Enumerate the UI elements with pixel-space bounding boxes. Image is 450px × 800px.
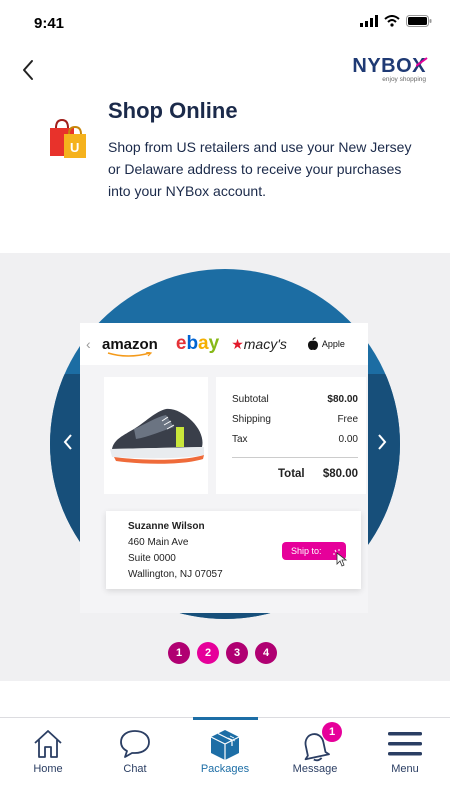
carousel-slide: ‹ amazon ebay ★macy's Apple Subtotal $80…	[80, 323, 368, 613]
tab-label: Menu	[391, 763, 419, 775]
tab-packages[interactable]: Packages	[180, 718, 270, 800]
home-icon	[34, 730, 62, 758]
status-icons	[360, 15, 432, 27]
carousel-pager: 1 2 3 4	[168, 642, 277, 664]
tab-label: Home	[33, 763, 63, 775]
tab-label: Message	[292, 763, 338, 775]
summary-tax-row: Tax 0.00	[232, 434, 358, 445]
package-icon	[210, 730, 240, 760]
bottom-tab-bar: Home Chat Packages 1 Message Menu	[0, 717, 450, 800]
message-badge: 1	[322, 722, 342, 742]
active-tab-indicator	[193, 717, 258, 720]
carousel-prev-button[interactable]	[58, 430, 78, 454]
chevron-left-icon	[23, 60, 33, 80]
pager-dot-2[interactable]: 2	[197, 642, 219, 664]
status-bar: 9:41	[0, 0, 450, 44]
chevron-left-icon	[63, 434, 72, 450]
tab-label: Packages	[200, 763, 250, 775]
chat-icon	[120, 730, 150, 758]
address-name: Suzanne Wilson	[128, 521, 205, 532]
address-line-2: Suite 0000	[128, 553, 176, 564]
order-summary: Subtotal $80.00 Shipping Free Tax 0.00 T…	[216, 377, 366, 494]
address-lines: Suzanne Wilson 460 Main Ave Suite 0000 W…	[128, 519, 223, 583]
star-icon: ★	[231, 335, 244, 352]
summary-divider	[232, 457, 358, 458]
status-time: 9:41	[34, 15, 65, 32]
retailer-ebay: ebay	[175, 333, 220, 354]
carousel-next-button[interactable]	[372, 430, 392, 454]
menu-icon	[388, 732, 422, 756]
sneaker-icon	[110, 408, 204, 464]
retailer-amazon: amazon	[102, 336, 158, 357]
summary-subtotal-row: Subtotal $80.00	[232, 394, 358, 405]
battery-icon	[406, 15, 432, 27]
logo-swoosh-icon	[416, 57, 428, 67]
apple-icon	[307, 337, 318, 350]
pager-dot-3[interactable]: 3	[226, 642, 248, 664]
product-image	[104, 377, 208, 494]
chevron-right-icon	[378, 434, 387, 450]
pager-dot-1[interactable]: 1	[168, 642, 190, 664]
tab-message[interactable]: 1 Message	[270, 718, 360, 800]
wifi-icon	[384, 15, 400, 27]
address-line-1: 460 Main Ave	[128, 537, 189, 548]
signal-icon	[360, 15, 378, 27]
chevron-left-icon: ‹	[86, 336, 91, 352]
address-line-3: Wallington, NJ 07057	[128, 569, 223, 580]
back-button[interactable]	[14, 56, 42, 84]
retailer-macys: ★macy's	[231, 335, 287, 352]
retailer-apple: Apple	[307, 337, 345, 351]
retailer-strip: ‹ amazon ebay ★macy's Apple	[80, 323, 368, 365]
cursor-click-icon	[333, 549, 348, 567]
tab-home[interactable]: Home	[3, 718, 93, 800]
brand-name: NYBOX	[352, 55, 428, 77]
shopping-bags-icon: U	[48, 118, 90, 165]
svg-text:U: U	[70, 140, 79, 155]
tab-chat[interactable]: Chat	[90, 718, 180, 800]
page-title: Shop Online	[108, 98, 238, 123]
pager-dot-4[interactable]: 4	[255, 642, 277, 664]
brand-logo: NYBOX enjoy shopping	[352, 55, 428, 83]
tab-menu[interactable]: Menu	[360, 718, 450, 800]
summary-shipping-row: Shipping Free	[232, 414, 358, 425]
summary-total-row: Total $80.00	[278, 468, 358, 480]
tab-label: Chat	[123, 763, 147, 775]
intro-description: Shop from US retailers and use your New …	[108, 139, 412, 199]
amazon-smile-icon	[107, 351, 153, 357]
shipping-address-card: Suzanne Wilson 460 Main Ave Suite 0000 W…	[106, 511, 361, 589]
